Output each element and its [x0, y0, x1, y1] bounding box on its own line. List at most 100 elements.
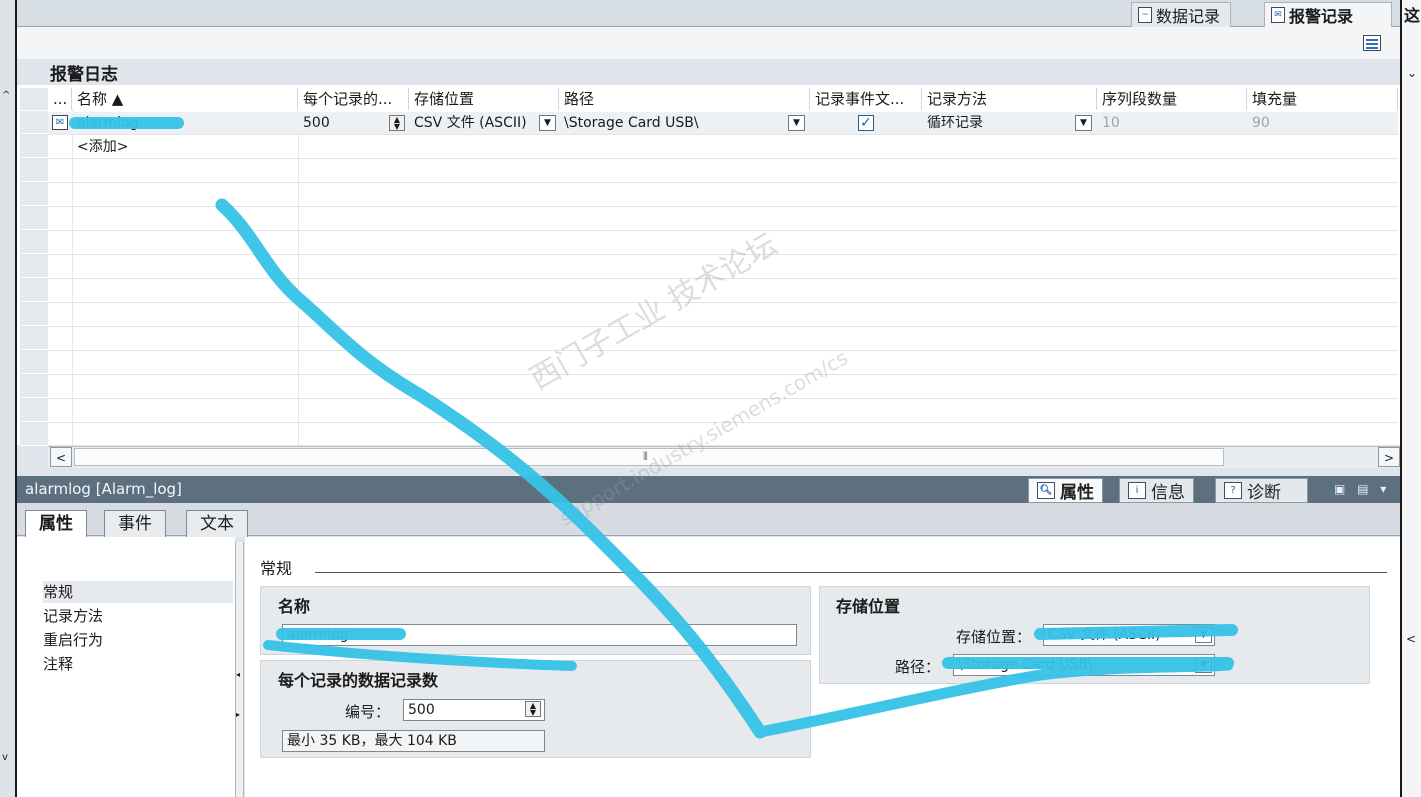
row-header[interactable]	[20, 399, 48, 422]
grid-line	[20, 398, 1398, 399]
name-input[interactable]: alarmlog	[282, 624, 797, 646]
log-event-text-checkbox[interactable]: ✓	[858, 115, 874, 131]
name-group-title: 名称	[278, 597, 311, 616]
column-header-segments[interactable]: 序列段数量	[1097, 88, 1247, 110]
subtab-events[interactable]: 事件	[104, 510, 166, 537]
nav-item-general[interactable]: 常规	[43, 581, 233, 603]
row-header[interactable]	[20, 135, 48, 158]
nav-splitter[interactable]: ◂ ▸	[235, 542, 244, 797]
data-log-icon: ~	[1138, 7, 1152, 23]
tab-data-log[interactable]: ~ 数据记录	[1131, 2, 1232, 27]
tab-info-label: 信息	[1151, 483, 1185, 503]
row-header[interactable]	[20, 423, 48, 446]
table-settings-icon[interactable]	[1363, 35, 1381, 51]
size-info: 最小 35 KB，最大 104 KB	[282, 730, 545, 752]
tab-overflow-label[interactable]: 这	[1404, 2, 1420, 26]
row-header[interactable]	[20, 375, 48, 398]
grid-line	[20, 302, 1398, 303]
tab-info[interactable]: i 信息	[1119, 478, 1194, 503]
tab-data-log-label: 数据记录	[1156, 7, 1221, 26]
column-header-records-per-log[interactable]: 每个记录的...	[298, 88, 409, 110]
inspector-title: alarmlog [Alarm_log]	[25, 480, 182, 498]
tab-diagnostics[interactable]: ? 诊断	[1215, 478, 1308, 503]
scroll-left-icon[interactable]: <	[50, 447, 72, 467]
storage-select-dropdown-icon[interactable]: ▼	[1195, 627, 1212, 643]
row-header[interactable]	[20, 183, 48, 206]
path-dropdown-icon[interactable]: ▼	[788, 115, 805, 131]
info-icon: i	[1128, 482, 1146, 499]
records-group-title: 每个记录的数据记录数	[278, 671, 439, 690]
collapse-left-icon[interactable]: ◂	[236, 670, 240, 679]
tab-alarm-log[interactable]: ✉ 报警记录	[1264, 2, 1392, 27]
row-header[interactable]	[20, 327, 48, 350]
row-header[interactable]	[20, 255, 48, 278]
row-header[interactable]	[20, 159, 48, 182]
path-select-dropdown-icon[interactable]: ▼	[1195, 657, 1212, 673]
grid-line	[20, 350, 1398, 351]
column-header-storage[interactable]: 存储位置	[409, 88, 559, 110]
column-header-log-event-text[interactable]: 记录事件文...	[810, 88, 922, 110]
alarm-log-icon: ✉	[1271, 7, 1285, 23]
records-number-input[interactable]: 500	[403, 699, 545, 721]
inspector-window-controls[interactable]: ▣ ▤ ▾	[1334, 482, 1390, 496]
row-header[interactable]	[20, 111, 48, 134]
left-rail-arrow-icon[interactable]: ^	[2, 90, 10, 101]
right-rail-arrow-left-icon[interactable]: <	[1406, 632, 1416, 646]
grid-line	[20, 206, 1398, 207]
subtab-properties[interactable]: 属性	[25, 510, 87, 537]
row-header[interactable]	[20, 351, 48, 374]
storage-select[interactable]: CSV 文件 (ASCII)	[1043, 624, 1215, 646]
diagnostics-icon: ?	[1224, 482, 1242, 499]
records-number-label: 编号：	[345, 703, 391, 721]
expand-right-icon[interactable]: ▸	[236, 710, 240, 719]
alarm-log-row-icon: ✉	[52, 115, 68, 130]
records-spinner-icon[interactable]: ▲ ▼	[389, 115, 405, 131]
storage-label: 存储位置：	[956, 628, 1032, 646]
nav-item-logging-method[interactable]: 记录方法	[43, 605, 103, 626]
grid-line	[20, 230, 1398, 231]
tab-properties-label: 属性	[1060, 483, 1094, 503]
row-header-top	[20, 88, 48, 111]
right-rail: ⌄ <	[1400, 0, 1421, 797]
storage-dropdown-icon[interactable]: ▼	[539, 115, 556, 131]
column-header-fill[interactable]: 填充量	[1247, 88, 1398, 110]
scroll-right-icon[interactable]: >	[1378, 447, 1400, 467]
tab-properties[interactable]: 🔍︎ 属性	[1028, 478, 1103, 503]
cell-segments: 10	[1102, 115, 1120, 131]
add-row-link[interactable]: <添加>	[72, 136, 272, 158]
editor-toolbar	[17, 27, 1400, 59]
column-header-method[interactable]: 记录方法	[922, 88, 1097, 110]
column-header-more[interactable]: ...	[48, 88, 72, 110]
method-dropdown-icon[interactable]: ▼	[1075, 115, 1092, 131]
path-select[interactable]: \Storage Card USB\	[953, 654, 1215, 676]
row-header[interactable]	[20, 303, 48, 326]
path-label: 路径：	[895, 658, 941, 676]
cell-path[interactable]: \Storage Card USB\	[559, 112, 785, 134]
grid-line	[20, 182, 1398, 183]
right-rail-chevron-icon[interactable]: ⌄	[1407, 66, 1417, 80]
section-divider	[315, 572, 1387, 573]
tab-alarm-log-label: 报警记录	[1289, 7, 1354, 26]
left-rail-arrow-down-icon[interactable]: v	[2, 752, 8, 763]
cell-storage[interactable]: CSV 文件 (ASCII)	[409, 112, 537, 134]
cell-method[interactable]: 循环记录	[922, 112, 1072, 134]
records-number-spinner-icon[interactable]: ▲ ▼	[525, 701, 541, 717]
column-header-name[interactable]: 名称 ▲	[72, 88, 298, 110]
cell-name[interactable]: alarmlog	[72, 112, 298, 134]
left-rail: ^ v	[0, 0, 17, 797]
row-header[interactable]	[20, 207, 48, 230]
nav-item-restart-behavior[interactable]: 重启行为	[43, 629, 103, 650]
tab-diagnostics-label: 诊断	[1247, 483, 1281, 503]
row-header[interactable]	[20, 279, 48, 302]
cell-fill: 90	[1252, 115, 1270, 131]
storage-group-title: 存储位置	[836, 597, 901, 616]
section-title: 常规	[260, 559, 293, 578]
row-header[interactable]	[20, 231, 48, 254]
grid-line	[20, 158, 1398, 159]
subtab-texts[interactable]: 文本	[186, 510, 248, 537]
nav-item-comment[interactable]: 注释	[43, 653, 73, 674]
cell-records[interactable]: 500	[298, 112, 388, 134]
column-header-path[interactable]: 路径	[559, 88, 810, 110]
grid-line	[20, 374, 1398, 375]
editor-title: 报警日志	[50, 65, 118, 85]
